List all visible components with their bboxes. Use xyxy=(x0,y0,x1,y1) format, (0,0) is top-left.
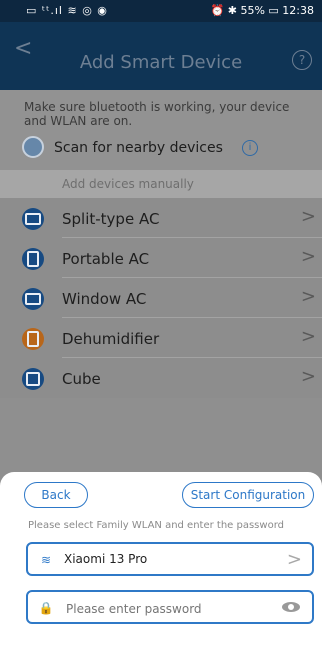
status-bar: ▭ ᵗᵗ.ıl ≋ ◎ ◉ ⏰ ✱ 55% ▭ 12:38 xyxy=(0,0,322,22)
page-title: Add Smart Device xyxy=(79,52,243,73)
eye-icon[interactable] xyxy=(282,602,300,612)
info-icon[interactable]: i xyxy=(242,140,258,156)
chevron-right-icon: > xyxy=(300,246,316,267)
split-ac-icon xyxy=(22,208,44,230)
window-ac-icon xyxy=(22,288,44,310)
info-message: Make sure bluetooth is working, your dev… xyxy=(24,100,290,128)
chevron-right-icon: > xyxy=(300,366,316,387)
device-item-window-ac[interactable]: Window AC > xyxy=(0,278,322,318)
wifi-icon: ≋ xyxy=(40,553,52,567)
device-item-split-ac[interactable]: Split-type AC > xyxy=(0,198,322,238)
header-bar: < Add Smart Device ? xyxy=(0,22,322,90)
lock-icon: 🔒 xyxy=(38,601,54,615)
device-label: Split-type AC xyxy=(62,210,160,228)
chevron-right-icon: > xyxy=(300,286,316,307)
wifi-select-field[interactable]: ≋ Xiaomi 13 Pro > xyxy=(26,542,314,576)
wlan-hint: Please select Family WLAN and enter the … xyxy=(28,520,284,531)
portable-ac-icon xyxy=(22,248,44,270)
manual-header-label: Add devices manually xyxy=(62,177,194,191)
status-icons-right: ⏰ ✱ 55% ▭ 12:38 xyxy=(210,4,314,17)
device-label: Portable AC xyxy=(62,250,150,268)
password-field[interactable]: 🔒 xyxy=(26,590,314,624)
device-list: Split-type AC > Portable AC > Window AC … xyxy=(0,198,322,398)
chevron-right-icon: > xyxy=(286,549,302,570)
info-section: Make sure bluetooth is working, your dev… xyxy=(0,90,322,170)
back-button[interactable]: Back xyxy=(24,482,88,508)
device-label: Window AC xyxy=(62,290,147,308)
wifi-name: Xiaomi 13 Pro xyxy=(64,552,148,566)
dehumidifier-icon xyxy=(22,328,44,350)
scan-row[interactable]: Scan for nearby devices i xyxy=(22,136,312,160)
manual-section-header: Add devices manually xyxy=(0,170,322,198)
device-label: Dehumidifier xyxy=(62,330,160,348)
device-item-dehumidifier[interactable]: Dehumidifier > xyxy=(0,318,322,358)
chevron-right-icon: > xyxy=(300,326,316,347)
wlan-config-sheet: Back Start Configuration Please select F… xyxy=(0,472,322,660)
overlay-backdrop xyxy=(0,398,322,474)
start-configuration-button[interactable]: Start Configuration xyxy=(182,482,314,508)
status-icons-left: ▭ ᵗᵗ.ıl ≋ ◎ ◉ xyxy=(26,4,108,17)
scan-label: Scan for nearby devices xyxy=(54,140,223,156)
help-icon[interactable]: ? xyxy=(292,50,312,70)
device-item-cube[interactable]: Cube > xyxy=(0,358,322,398)
cube-icon xyxy=(22,368,44,390)
device-item-portable-ac[interactable]: Portable AC > xyxy=(0,238,322,278)
device-label: Cube xyxy=(62,370,101,388)
password-input[interactable] xyxy=(64,598,268,620)
scan-radar-icon xyxy=(22,136,44,158)
chevron-right-icon: > xyxy=(300,206,316,227)
